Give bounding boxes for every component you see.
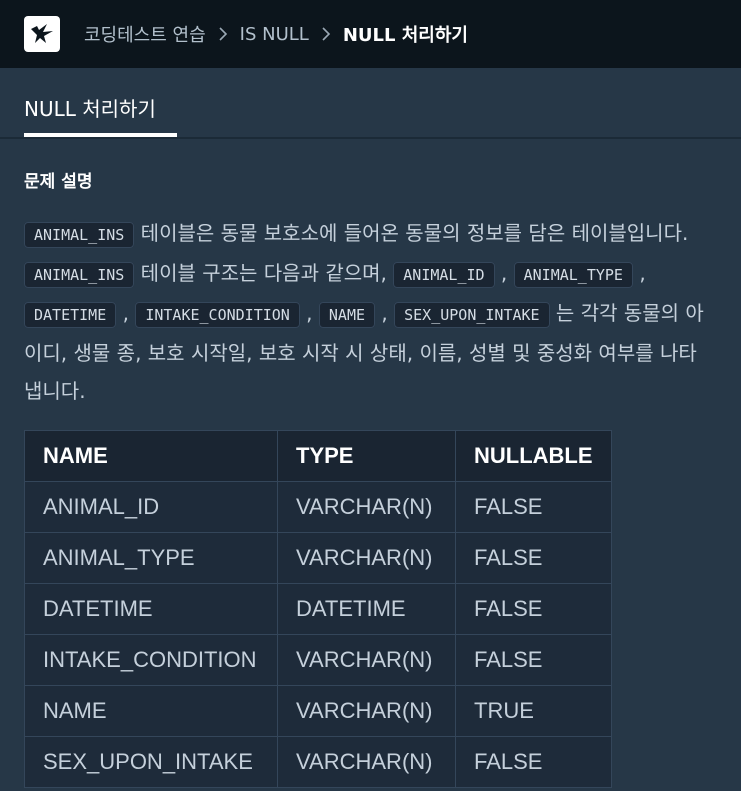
tab-bar: NULL 처리하기 bbox=[0, 68, 741, 139]
cell-name: DATETIME bbox=[24, 583, 278, 635]
cell-type: VARCHAR(N) bbox=[277, 532, 456, 584]
cell-name: SEX_UPON_INTAKE bbox=[24, 736, 278, 788]
breadcrumb: 코딩테스트 연습 IS NULL NULL 처리하기 bbox=[84, 21, 468, 47]
table-header-row: NAME TYPE NULLABLE bbox=[24, 430, 612, 482]
cell-name: NAME bbox=[24, 685, 278, 737]
cell-nullable: FALSE bbox=[455, 583, 612, 635]
table-row: ANIMAL_ID VARCHAR(N) FALSE bbox=[24, 481, 612, 533]
chevron-right-icon bbox=[218, 26, 228, 42]
comma-separator: , bbox=[494, 261, 514, 285]
code-table-name: ANIMAL_INS bbox=[24, 262, 135, 288]
cell-type: VARCHAR(N) bbox=[277, 736, 456, 788]
top-navigation-bar: 코딩테스트 연습 IS NULL NULL 처리하기 bbox=[0, 0, 741, 68]
code-column-name: SEX_UPON_INTAKE bbox=[394, 302, 550, 328]
comma-separator: , bbox=[299, 301, 319, 325]
cell-nullable: FALSE bbox=[455, 481, 612, 533]
column-header-type: TYPE bbox=[277, 430, 456, 482]
tab-null-handling[interactable]: NULL 처리하기 bbox=[24, 68, 177, 137]
code-column-name: NAME bbox=[318, 302, 376, 328]
cell-name: ANIMAL_TYPE bbox=[24, 532, 278, 584]
column-header-name: NAME bbox=[24, 430, 278, 482]
table-row: NAME VARCHAR(N) TRUE bbox=[24, 685, 612, 737]
code-column-name: DATETIME bbox=[24, 302, 117, 328]
cell-nullable: FALSE bbox=[455, 634, 612, 686]
comma-separator: , bbox=[116, 301, 136, 325]
comma-separator: , bbox=[632, 261, 646, 285]
programmers-logo-icon[interactable] bbox=[24, 16, 60, 52]
breadcrumb-coding-test[interactable]: 코딩테스트 연습 bbox=[84, 21, 206, 47]
cell-type: DATETIME bbox=[277, 583, 456, 635]
table-row: INTAKE_CONDITION VARCHAR(N) FALSE bbox=[24, 634, 612, 686]
comma-separator: , bbox=[375, 301, 395, 325]
cell-type: VARCHAR(N) bbox=[277, 481, 456, 533]
cell-name: ANIMAL_ID bbox=[24, 481, 278, 533]
section-title: 문제 설명 bbox=[24, 172, 93, 192]
cell-nullable: FALSE bbox=[455, 736, 612, 788]
cell-type: VARCHAR(N) bbox=[277, 685, 456, 737]
schema-table: NAME TYPE NULLABLE ANIMAL_ID VARCHAR(N) … bbox=[24, 430, 612, 788]
table-row: SEX_UPON_INTAKE VARCHAR(N) FALSE bbox=[24, 736, 612, 788]
problem-content: 문제 설명 ANIMAL_INS 테이블은 동물 보호소에 들어온 동물의 정보… bbox=[0, 167, 741, 788]
code-column-name: ANIMAL_ID bbox=[393, 262, 495, 288]
cell-type: VARCHAR(N) bbox=[277, 634, 456, 686]
chevron-right-icon bbox=[321, 26, 331, 42]
description-text: 테이블 구조는 다음과 같으며, bbox=[134, 261, 394, 285]
column-header-nullable: NULLABLE bbox=[455, 430, 612, 482]
problem-description: ANIMAL_INS 테이블은 동물 보호소에 들어온 동물의 정보를 담은 테… bbox=[24, 214, 704, 410]
description-text: 테이블은 동물 보호소에 들어온 동물의 정보를 담은 테이블입니다. bbox=[134, 221, 689, 245]
code-column-name: INTAKE_CONDITION bbox=[135, 302, 300, 328]
breadcrumb-is-null[interactable]: IS NULL bbox=[240, 24, 309, 45]
table-row: ANIMAL_TYPE VARCHAR(N) FALSE bbox=[24, 532, 612, 584]
cell-nullable: FALSE bbox=[455, 532, 612, 584]
cell-name: INTAKE_CONDITION bbox=[24, 634, 278, 686]
code-table-name: ANIMAL_INS bbox=[24, 222, 135, 248]
cell-nullable: TRUE bbox=[455, 685, 612, 737]
table-row: DATETIME DATETIME FALSE bbox=[24, 583, 612, 635]
code-column-name: ANIMAL_TYPE bbox=[513, 262, 633, 288]
breadcrumb-current-page: NULL 처리하기 bbox=[342, 25, 468, 46]
